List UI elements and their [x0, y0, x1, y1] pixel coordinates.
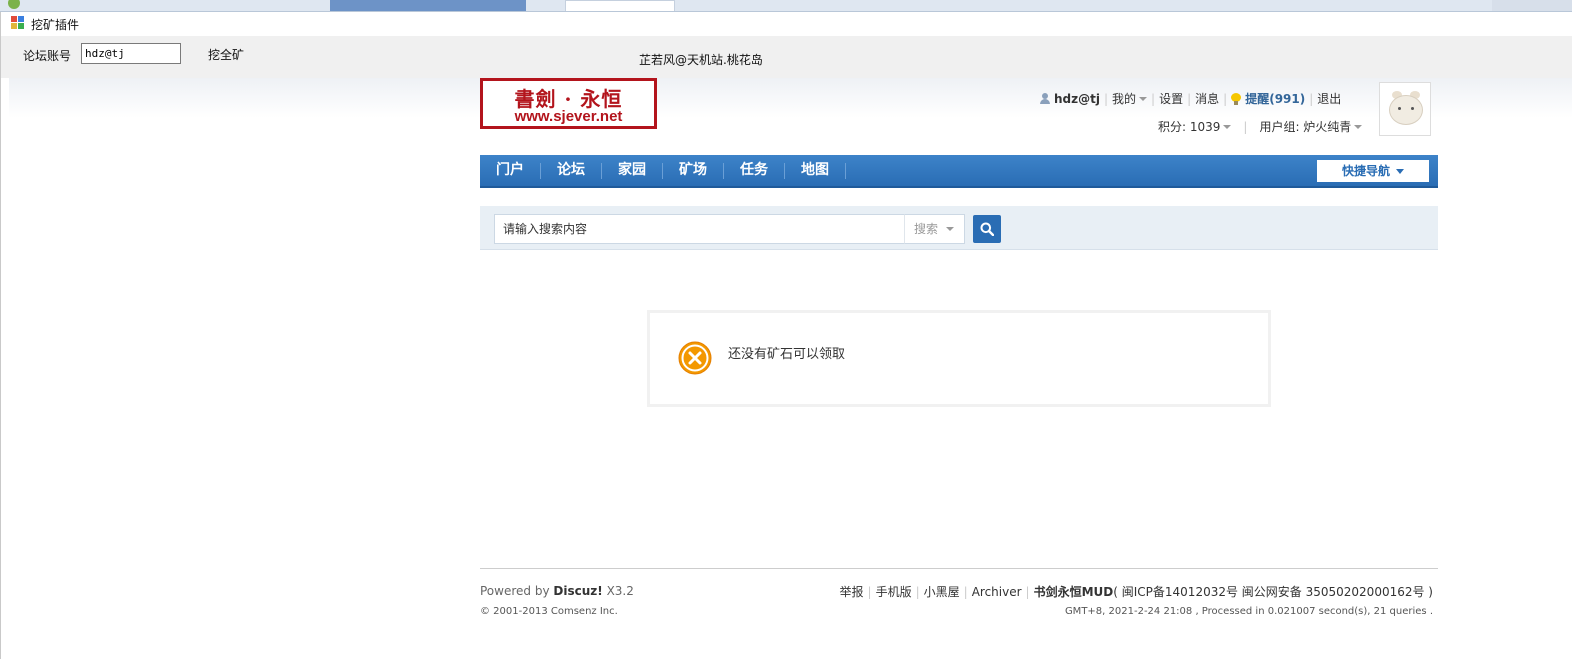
- my-menu-link[interactable]: 我的: [1112, 92, 1148, 106]
- chevron-down-icon: [1139, 97, 1148, 101]
- archiver-link[interactable]: Archiver: [972, 585, 1022, 599]
- discuz-brand: Discuz!: [553, 584, 603, 598]
- nav-item-map[interactable]: 地图: [785, 155, 845, 186]
- chevron-down-icon: [946, 227, 955, 231]
- quick-nav-button[interactable]: 快捷导航: [1317, 160, 1429, 182]
- embedded-browser: 書劍 · 永恒 www.sjever.net hdz@tj | 我的 | 设置 | 消息 | 提…: [9, 78, 1572, 659]
- nav-item-mine[interactable]: 矿场: [663, 155, 723, 186]
- dig-all-button[interactable]: 挖全矿: [201, 44, 251, 64]
- background-window-strip: [0, 0, 1572, 12]
- app-icon: [11, 16, 25, 30]
- copyright: © 2001-2013 Comsenz Inc.: [480, 606, 618, 617]
- user-group-link[interactable]: 用户组: 炉火纯青: [1259, 120, 1363, 134]
- window-titlebar: 挖矿插件: [1, 12, 1572, 36]
- message-text: 还没有矿石可以领取: [728, 347, 846, 362]
- account-label: 论坛账号: [23, 49, 72, 63]
- comsenz-link[interactable]: © 2001-2013 Comsenz Inc.: [480, 606, 618, 617]
- chevron-down-icon: [1223, 125, 1232, 129]
- report-link[interactable]: 举报: [840, 585, 864, 599]
- username-link[interactable]: hdz@tj: [1054, 92, 1100, 106]
- chevron-down-icon: [1396, 169, 1404, 174]
- nav-item-forum[interactable]: 论坛: [541, 155, 601, 186]
- logout-link[interactable]: 退出: [1317, 92, 1341, 106]
- footer-links: 举报 | 手机版 | 小黑屋 | Archiver | 书剑永恒MUD( 闽ICP备140120…: [839, 585, 1433, 599]
- icp-text[interactable]: ( 闽ICP备14012032号 闽公网安备 35050202000162号 ): [1113, 585, 1433, 599]
- points-label: 积分: 1039: [1158, 120, 1221, 134]
- user-avatar[interactable]: [1379, 82, 1431, 136]
- plugin-window: 挖矿插件 论坛账号 挖全矿 芷若风@天机站.桃花岛 書劍 · 永恒 www.sj…: [0, 12, 1572, 659]
- powered-prefix: Powered by: [480, 584, 550, 598]
- remind-link[interactable]: 提醒(991): [1245, 92, 1305, 106]
- search-type-label: 搜索: [914, 222, 939, 236]
- powered-by: Powered by Discuz! X3.2: [480, 584, 634, 598]
- search-input[interactable]: [494, 214, 905, 244]
- mobile-link[interactable]: 手机版: [876, 585, 912, 599]
- lightbulb-icon: [1231, 93, 1242, 105]
- message-box: 还没有矿石可以领取: [647, 310, 1271, 407]
- plugin-toolbar: 论坛账号 挖全矿 芷若风@天机站.桃花岛: [1, 36, 1572, 78]
- logo-url: www.sjever.net: [514, 108, 623, 125]
- error-icon: [678, 341, 712, 375]
- window-title: 挖矿插件: [31, 18, 80, 32]
- site-name-link[interactable]: 书剑永恒MUD: [1034, 585, 1114, 599]
- chevron-down-icon: [1354, 125, 1363, 129]
- my-menu-label: 我的: [1112, 92, 1137, 106]
- search-type-select[interactable]: 搜索: [904, 214, 965, 244]
- user-icon: [1040, 93, 1050, 104]
- background-tab: [330, 0, 526, 11]
- blacklist-link[interactable]: 小黑屋: [924, 585, 960, 599]
- nav-item-tasks[interactable]: 任务: [724, 155, 784, 186]
- settings-link[interactable]: 设置: [1159, 92, 1183, 106]
- search-button[interactable]: [973, 215, 1001, 243]
- user-stats: 积分: 1039 | 用户组: 炉火纯青: [1158, 118, 1363, 135]
- points-link[interactable]: 积分: 1039: [1158, 120, 1232, 134]
- site-logo[interactable]: 書劍 · 永恒 www.sjever.net: [480, 78, 657, 129]
- nav-item-portal[interactable]: 门户: [480, 155, 540, 186]
- quick-nav-label: 快捷导航: [1341, 164, 1390, 178]
- nav-item-home[interactable]: 家园: [602, 155, 662, 186]
- footer-stats: GMT+8, 2021-2-24 21:08 , Processed in 0.…: [1064, 606, 1433, 617]
- discuz-link[interactable]: Discuz!: [553, 584, 602, 598]
- search-bar: 搜索: [480, 206, 1438, 250]
- user-group-label: 用户组: 炉火纯青: [1259, 120, 1352, 134]
- background-app-icon: [8, 0, 20, 9]
- footer-divider: [480, 568, 1438, 569]
- discuz-version: X3.2: [606, 584, 634, 598]
- background-strip-end: [1492, 0, 1572, 11]
- status-text: 芷若风@天机站.桃花岛: [639, 53, 763, 67]
- user-toolbar: hdz@tj | 我的 | 设置 | 消息 | 提醒(991) | 退出: [1040, 90, 1341, 107]
- messages-link[interactable]: 消息: [1195, 92, 1219, 106]
- background-tab-2: [565, 0, 675, 11]
- search-icon: [980, 222, 994, 236]
- account-input[interactable]: [81, 43, 181, 64]
- main-nav: 门户 论坛 家园 矿场 任务 地图 快捷导航: [480, 155, 1438, 188]
